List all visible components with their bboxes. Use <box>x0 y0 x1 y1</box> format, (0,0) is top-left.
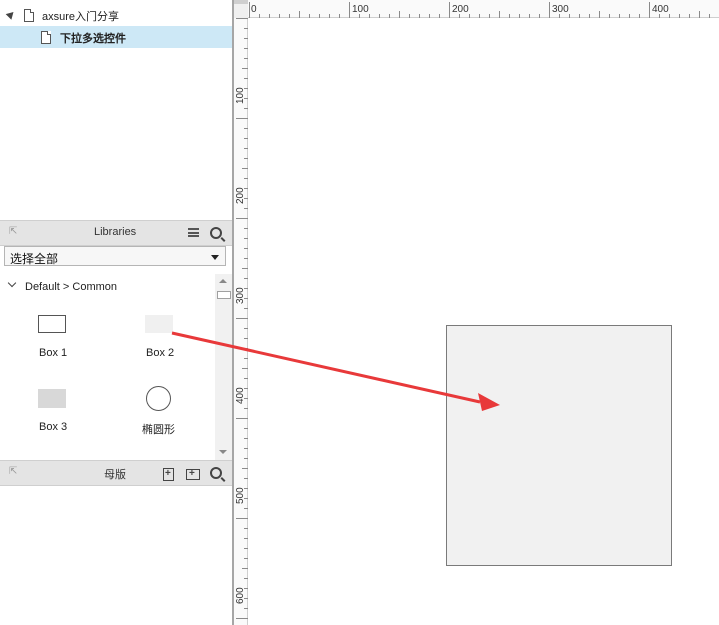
horizontal-ruler-ticks <box>249 2 710 18</box>
masters-title: 母版 <box>104 469 126 481</box>
libraries-header: ⇱ Libraries <box>0 220 232 246</box>
widget-label[interactable]: 椭圆形 <box>142 421 175 437</box>
ruler-label: 100 <box>352 4 369 15</box>
library-group-label: Default > Common <box>25 281 118 293</box>
ruler-label: 400 <box>235 387 246 404</box>
library-select[interactable]: 选择全部 <box>4 246 226 266</box>
add-folder-icon[interactable]: + <box>186 469 200 480</box>
widget-label[interactable]: Box 1 <box>39 347 67 359</box>
ruler-label: 200 <box>452 4 469 15</box>
search-icon[interactable] <box>210 227 222 239</box>
libraries-scrollbar[interactable] <box>215 274 232 460</box>
vertical-ruler-ticks <box>236 18 248 619</box>
ruler-label: 200 <box>235 187 246 204</box>
search-icon[interactable] <box>210 467 222 479</box>
menu-icon[interactable] <box>188 228 199 237</box>
add-master-icon[interactable]: + <box>163 468 174 481</box>
canvas-box-widget[interactable] <box>446 325 672 566</box>
library-select-value: 选择全部 <box>10 252 59 266</box>
ruler-label: 300 <box>552 4 569 15</box>
left-panel: axsure入门分享 下拉多选控件 ⇱ Libraries 选择全部 Defau… <box>0 0 232 625</box>
library-group-toggle[interactable]: Default > Common <box>0 278 214 296</box>
horizontal-ruler[interactable]: 0 100 200 300 400 <box>248 0 719 18</box>
vertical-ruler[interactable]: 100 200 300 400 500 600 <box>234 18 248 625</box>
ruler-label: 400 <box>652 4 669 15</box>
page-tree-label: 下拉多选控件 <box>60 33 126 45</box>
box3-widget-icon[interactable] <box>38 389 66 408</box>
page-tree-item-selected[interactable]: 下拉多选控件 <box>0 26 232 48</box>
scroll-down-icon[interactable] <box>219 450 227 454</box>
ellipse-widget-icon[interactable] <box>146 386 171 411</box>
ruler-label: 600 <box>235 587 246 604</box>
ruler-label: 500 <box>235 487 246 504</box>
ruler-label: 300 <box>235 287 246 304</box>
collapse-triangle-icon[interactable] <box>5 9 17 20</box>
ruler-label: 0 <box>251 4 257 15</box>
page-tree-item-root[interactable]: axsure入门分享 <box>0 4 232 26</box>
widget-label[interactable]: Box 3 <box>39 421 67 433</box>
pin-arrow-icon[interactable]: ⇱ <box>9 227 19 237</box>
widget-label[interactable]: Box 2 <box>146 347 174 359</box>
pin-arrow-icon[interactable]: ⇱ <box>9 467 19 477</box>
box1-widget-icon[interactable] <box>38 315 66 333</box>
box2-widget-icon[interactable] <box>145 315 173 333</box>
page-tree-label: axsure入门分享 <box>42 11 120 23</box>
scroll-thumb[interactable] <box>217 291 231 299</box>
libraries-title: Libraries <box>94 226 137 238</box>
page-icon <box>24 9 34 22</box>
dropdown-arrow-icon <box>211 255 219 260</box>
ruler-label: 100 <box>235 87 246 104</box>
chevron-down-icon <box>7 278 17 288</box>
page-icon <box>41 31 51 44</box>
scroll-up-icon[interactable] <box>219 279 227 283</box>
